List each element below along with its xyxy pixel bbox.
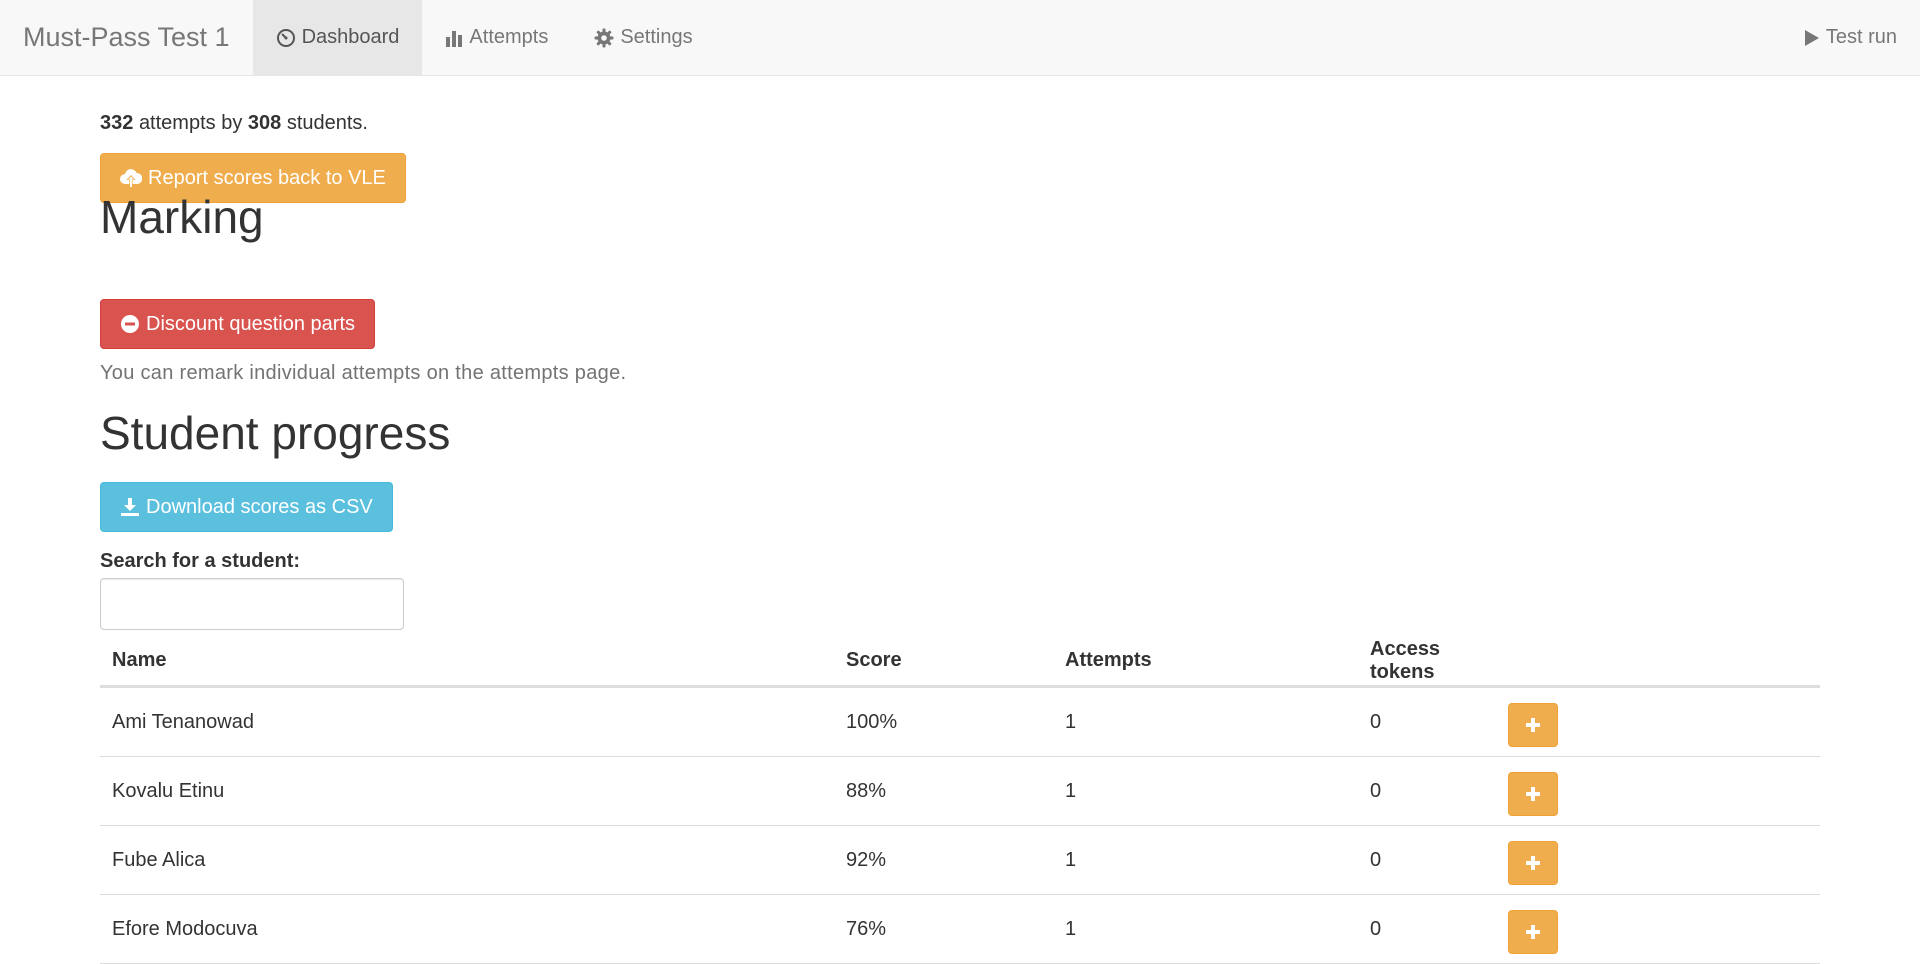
row-actions (1508, 697, 1820, 747)
remark-help-text: You can remark individual attempts on th… (100, 362, 627, 384)
student-tokens: 0 (1370, 848, 1382, 871)
plus-icon (1526, 787, 1540, 801)
attempt-count: 332 (100, 112, 134, 134)
discount-label: Discount question parts (146, 312, 356, 335)
play-icon (1804, 29, 1819, 46)
student-name: Kovalu Etinu (112, 779, 225, 802)
student-search-input[interactable] (100, 578, 404, 630)
student-score: 100% (846, 710, 898, 733)
download-icon (121, 498, 139, 516)
plus-icon (1526, 718, 1540, 732)
test-run-label: Test run (1825, 26, 1897, 48)
add-token-button[interactable] (1508, 910, 1558, 954)
header-access-tokens: Access tokens (1370, 637, 1441, 683)
student-attempts: 1 (1065, 710, 1077, 733)
student-tokens: 0 (1370, 779, 1382, 802)
tab-dashboard[interactable]: Dashboard (252, 0, 423, 75)
row-actions (1508, 766, 1820, 816)
table-row: Ami Tenanowad 100% 1 0 (100, 688, 1820, 757)
student-score: 76% (846, 917, 887, 940)
header-name: Name (112, 649, 167, 671)
search-label: Search for a student: (100, 550, 301, 572)
student-attempts: 1 (1065, 848, 1077, 871)
marking-heading: Marking (100, 191, 264, 243)
tab-dashboard-label: Dashboard (301, 26, 400, 48)
add-token-button[interactable] (1508, 703, 1558, 747)
app-brand[interactable]: Must-Pass Test 1 (0, 0, 253, 75)
header-score: Score (846, 649, 902, 671)
tab-attempts-label: Attempts (469, 26, 549, 48)
gear-icon (594, 28, 614, 47)
student-score: 88% (846, 779, 887, 802)
student-tokens: 0 (1370, 710, 1382, 733)
student-tokens: 0 (1370, 917, 1382, 940)
student-attempts: 1 (1065, 779, 1077, 802)
student-score: 92% (846, 848, 887, 871)
header-attempts: Attempts (1065, 649, 1152, 671)
student-attempts: 1 (1065, 917, 1077, 940)
top-navbar: Must-Pass Test 1 Dashboard Attempts Sett… (0, 0, 1920, 76)
tab-settings[interactable]: Settings (571, 0, 715, 75)
test-run-link[interactable]: Test run (1781, 0, 1920, 75)
tab-settings-label: Settings (620, 26, 693, 48)
table-header: Name Score Attempts Access tokens (100, 636, 1820, 688)
cloud-upload-icon (120, 169, 142, 187)
student-progress-table: Name Score Attempts Access tokens Ami Te… (100, 636, 1820, 964)
add-token-button[interactable] (1508, 772, 1558, 816)
dashboard-icon (276, 28, 295, 47)
table-row: Efore Modocuva 76% 1 0 (100, 895, 1820, 964)
student-name: Efore Modocuva (112, 917, 258, 940)
plus-icon (1526, 925, 1540, 939)
minus-circle-icon (121, 315, 139, 333)
student-count: 308 (247, 112, 282, 134)
attempt-summary: 332 attempts by 308 students. (100, 112, 368, 135)
student-progress-heading: Student progress (100, 407, 451, 459)
plus-icon (1526, 856, 1540, 870)
attempts-text: attempts by (138, 112, 243, 134)
student-name: Ami Tenanowad (112, 710, 254, 733)
table-row: Fube Alica 92% 1 0 (100, 826, 1820, 895)
tab-attempts[interactable]: Attempts (422, 0, 571, 75)
bar-chart-icon (446, 30, 463, 47)
table-row: Kovalu Etinu 88% 1 0 (100, 757, 1820, 826)
row-actions (1508, 835, 1820, 885)
download-csv-button[interactable]: Download scores as CSV (100, 482, 393, 532)
download-csv-label: Download scores as CSV (146, 495, 373, 518)
students-text: students. (286, 112, 368, 134)
student-name: Fube Alica (112, 848, 206, 871)
add-token-button[interactable] (1508, 841, 1558, 885)
discount-question-parts-button[interactable]: Discount question parts (100, 299, 376, 349)
row-actions (1508, 904, 1820, 954)
report-scores-label: Report scores back to VLE (148, 166, 386, 189)
